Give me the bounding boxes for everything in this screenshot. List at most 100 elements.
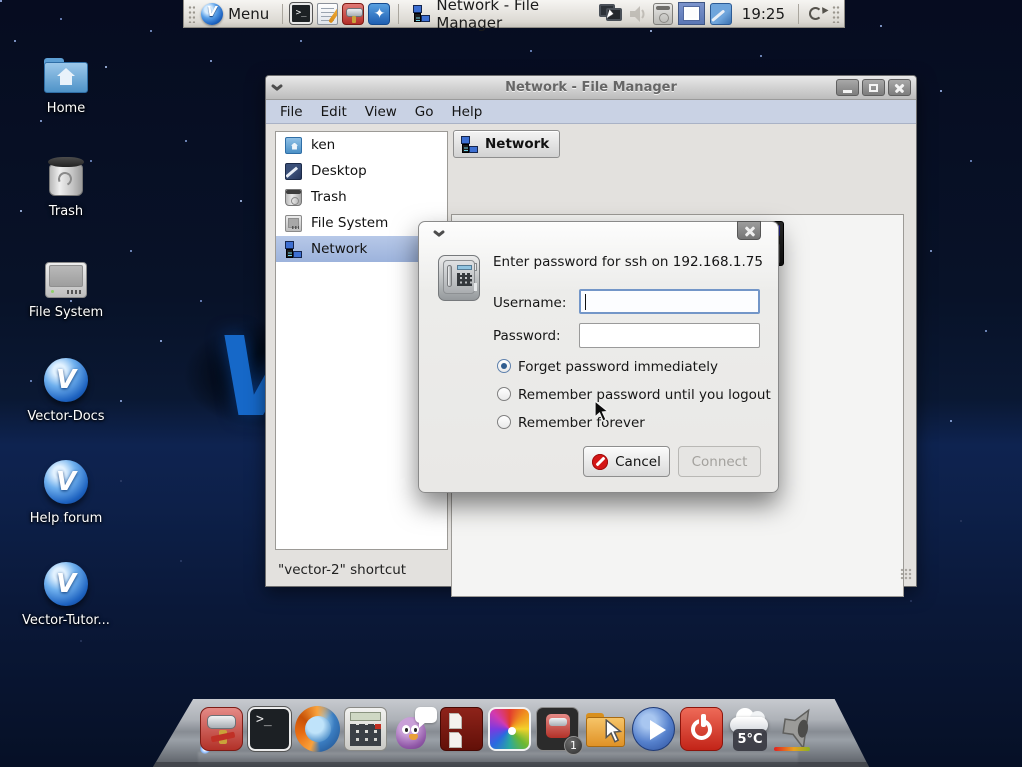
sidebar-item-label: Desktop (311, 163, 367, 179)
desktop-icon-label: Trash (49, 204, 83, 219)
menu-file[interactable]: File (271, 101, 312, 123)
vector-orb-icon (44, 562, 88, 606)
trash-icon[interactable] (653, 3, 673, 25)
dock-media-player[interactable] (630, 705, 677, 753)
mouse-cursor (594, 400, 614, 424)
radio-remember-until-logout[interactable] (497, 387, 511, 401)
dock-pidgin[interactable] (390, 705, 437, 753)
dock-weather[interactable]: 5°C (726, 705, 773, 753)
launcher-terminal[interactable]: >_ (290, 2, 312, 26)
temperature-badge: 5°C (733, 729, 767, 751)
desktop-icon-trash[interactable]: Trash (8, 152, 124, 254)
sidebar-item-label: Trash (311, 189, 347, 205)
launcher-settings[interactable]: ✦ (368, 2, 390, 26)
menu-go[interactable]: Go (406, 101, 443, 123)
dock-firefox[interactable] (294, 705, 341, 753)
username-label: Username: (493, 295, 566, 311)
dock-volume[interactable] (774, 705, 821, 753)
minimize-button[interactable] (836, 79, 859, 96)
terminal-icon: >_ (290, 3, 312, 24)
cursor-icon (605, 719, 627, 745)
sidebar-item-desktop[interactable]: Desktop (276, 158, 447, 184)
desktop-icon-label: Home (47, 101, 85, 116)
dock-reflection (198, 752, 798, 766)
desktop-icon-file-system[interactable]: File System (8, 254, 124, 356)
menu-view[interactable]: View (356, 101, 406, 123)
firefox-icon (295, 706, 340, 752)
menu-help[interactable]: Help (443, 101, 492, 123)
drive-icon (285, 215, 302, 232)
radio-forget-immediately[interactable] (497, 359, 511, 373)
desktop-icon-vector-docs[interactable]: Vector-Docs (8, 356, 124, 458)
password-field[interactable] (579, 323, 760, 348)
package-manager-icon (200, 707, 243, 751)
package-manager-icon (342, 3, 364, 25)
workspace-switcher[interactable] (678, 2, 705, 25)
radio-label[interactable]: Remember forever (518, 415, 645, 431)
window-count-badge: 1 (564, 736, 583, 755)
speech-bubble-icon (415, 707, 437, 723)
top-panel: Menu >_ ✦ Network - File Manager 19:25 (183, 0, 845, 28)
dock-shutdown[interactable] (678, 705, 725, 753)
calculator-icon (344, 707, 387, 751)
clock[interactable]: 19:25 (737, 5, 790, 23)
panel-grip-left[interactable] (188, 5, 195, 23)
radio-label[interactable]: Forget password immediately (518, 359, 718, 375)
desktop-icon-help-forum[interactable]: Help forum (8, 458, 124, 560)
taskbar-item-file-manager[interactable]: Network - File Manager (405, 0, 594, 34)
cancel-button[interactable]: Cancel (583, 446, 670, 477)
radio-label[interactable]: Remember password until you logout (518, 387, 771, 403)
path-button-network[interactable]: Network (453, 130, 560, 158)
launcher-package-manager[interactable] (342, 2, 364, 26)
taskbar-item-label: Network - File Manager (436, 0, 586, 32)
dock-calculator[interactable] (342, 705, 389, 753)
displays-icon[interactable] (599, 3, 623, 25)
dock-file-archiver[interactable] (438, 705, 485, 753)
launcher-text-editor[interactable] (316, 2, 338, 26)
vector-orb-icon (44, 358, 88, 402)
desktop-settings-icon[interactable] (710, 3, 732, 25)
volume-level-bar (774, 747, 810, 751)
settings-icon: ✦ (368, 3, 390, 25)
network-icon (461, 136, 478, 153)
menu-edit[interactable]: Edit (312, 101, 356, 123)
desktop-icon-label: File System (29, 305, 103, 320)
sidebar-item-label: Network (311, 241, 367, 257)
dock: 1 5°C (198, 701, 821, 753)
sidebar-item-ken[interactable]: ken (276, 132, 447, 158)
workspace-1[interactable] (684, 7, 699, 20)
username-field[interactable] (579, 289, 760, 314)
pinwheel-icon (488, 707, 531, 751)
desktop-icon-label: Help forum (30, 511, 103, 526)
close-button[interactable] (888, 79, 911, 96)
file-archiver-icon (440, 707, 483, 751)
desktop-icon-vector-tutor[interactable]: Vector-Tutor... (8, 560, 124, 662)
desktop-icon-home[interactable]: Home (8, 50, 124, 152)
status-bar: "vector-2" shortcut (270, 558, 912, 582)
dialog-close-button[interactable] (737, 221, 761, 240)
dialog-message: Enter password for ssh on 192.168.1.75 (493, 254, 763, 270)
dialog-shade-icon[interactable] (433, 230, 445, 238)
panel-grip-right[interactable] (832, 5, 840, 23)
starfield (0, 0, 2, 2)
window-titlebar[interactable]: Network - File Manager (266, 76, 916, 100)
network-icon (285, 241, 302, 258)
dock-minimized-window[interactable]: 1 (534, 705, 581, 753)
maximize-button[interactable] (862, 79, 885, 96)
home-folder-icon (285, 137, 302, 154)
sidebar-item-trash[interactable]: Trash (276, 184, 447, 210)
resize-grip[interactable] (900, 568, 912, 580)
text-editor-icon (317, 3, 338, 25)
session-refresh-icon[interactable] (807, 4, 827, 24)
vectorlinux-logo-icon (201, 3, 223, 25)
dock-terminal[interactable] (246, 705, 293, 753)
radio-remember-forever[interactable] (497, 415, 511, 429)
desktop-icon (285, 163, 302, 180)
volume-icon[interactable] (628, 4, 648, 24)
dock-file-manager[interactable] (582, 705, 629, 753)
menu-button[interactable]: Menu (199, 2, 275, 26)
dock-image-viewer[interactable] (486, 705, 533, 753)
connect-button-disabled[interactable]: Connect (678, 446, 761, 477)
desktop-icon-label: Vector-Docs (27, 409, 104, 424)
dock-package-manager[interactable] (198, 705, 245, 753)
